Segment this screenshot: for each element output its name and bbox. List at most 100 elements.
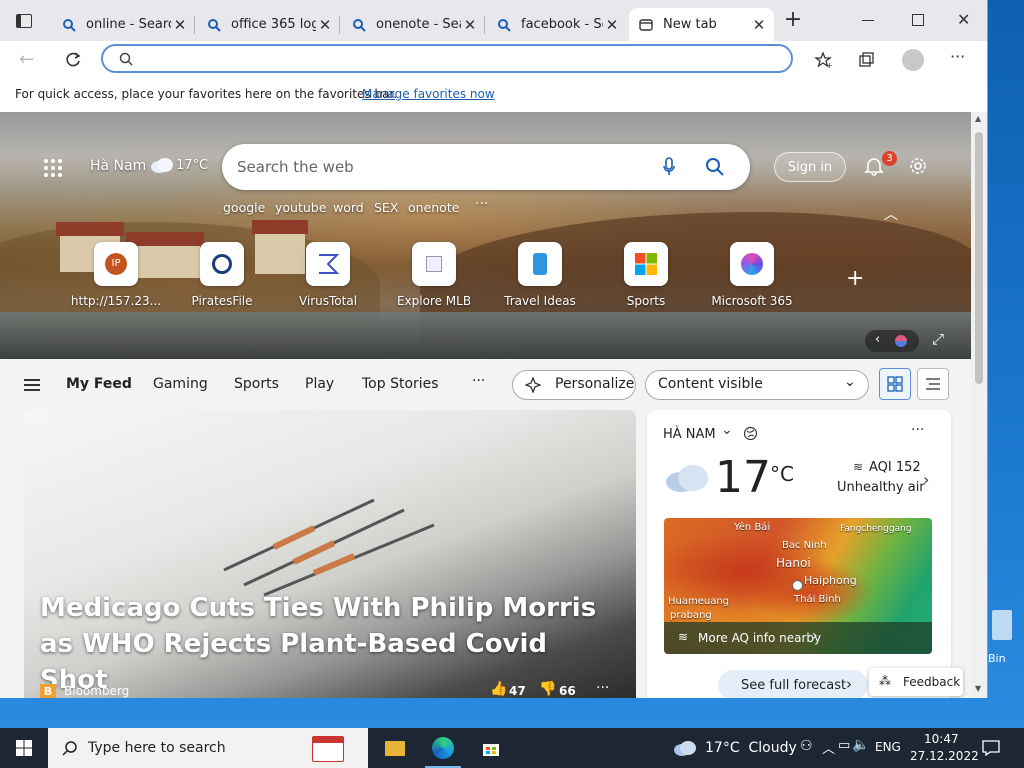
nav-gaming[interactable]: Gaming	[153, 376, 208, 392]
article-headline[interactable]: Medicago Cuts Ties With Philip Morris as…	[40, 590, 620, 698]
chevron-up-icon[interactable]: ︿	[884, 204, 898, 224]
nav-top-stories[interactable]: Top Stories	[362, 376, 439, 392]
tab-new-tab[interactable]: New tab ✕	[629, 8, 774, 41]
volume-icon[interactable]: 🔈	[852, 737, 869, 753]
scrollbar-thumb[interactable]	[975, 132, 983, 384]
maximize-button[interactable]	[912, 14, 924, 26]
network-icon[interactable]: ▭	[838, 738, 850, 753]
minimize-button[interactable]	[862, 20, 874, 21]
expand-icon[interactable]: ⤢	[932, 330, 944, 348]
windows-start-icon[interactable]	[16, 740, 32, 756]
close-tab-icon[interactable]: ✕	[171, 16, 189, 34]
list-view-button[interactable]	[917, 368, 949, 400]
sign-in-button[interactable]: Sign in	[774, 152, 846, 182]
weather-unit[interactable]: °C	[770, 462, 794, 486]
hero-location[interactable]: Hà Nam	[90, 158, 146, 174]
profile-avatar-icon[interactable]	[902, 49, 924, 71]
chevron-up-icon[interactable]: ︿	[822, 738, 835, 757]
tile-microsoft-365[interactable]	[730, 242, 774, 286]
tile-explore-mlb[interactable]	[412, 242, 456, 286]
tab-onenote-search[interactable]: onenote - Search ✕	[342, 8, 485, 41]
tab-facebook-search[interactable]: facebook - Search ✕	[487, 8, 627, 41]
hamburger-menu-icon[interactable]	[24, 379, 40, 391]
thumbs-down-icon[interactable]: 👎	[539, 681, 556, 697]
recycle-bin-icon[interactable]: Bin	[986, 606, 1024, 666]
bell-icon[interactable]	[864, 156, 884, 176]
taskbar-store[interactable]	[467, 728, 515, 768]
taskbar-file-explorer[interactable]	[371, 728, 419, 768]
background-controls[interactable]: ‹	[865, 330, 919, 352]
personalize-button[interactable]: Personalize	[512, 370, 636, 400]
hero-temperature[interactable]: 17°C	[176, 158, 208, 173]
more-nav-icon[interactable]: ···	[472, 373, 485, 389]
gear-icon[interactable]	[908, 156, 928, 176]
address-bar[interactable]	[101, 44, 793, 73]
notifications-icon[interactable]	[982, 740, 1000, 756]
feedback-button[interactable]: ⁂ Feedback	[869, 668, 963, 696]
globe-icon[interactable]	[743, 426, 758, 441]
taskbar-weather[interactable]: 17°C Cloudy	[705, 740, 797, 756]
tile-travel-ideas[interactable]	[518, 242, 562, 286]
tab-office-365[interactable]: office 365 login ✕	[197, 8, 340, 41]
nav-my-feed[interactable]: My Feed	[66, 376, 132, 392]
chevron-left-icon[interactable]: ‹	[875, 332, 880, 347]
scroll-down-icon[interactable]: ▼	[975, 684, 981, 693]
quick-link-youtube[interactable]: youtube	[275, 200, 326, 215]
content-visibility-select[interactable]: Content visible ⌄	[645, 370, 869, 400]
close-tab-icon[interactable]: ✕	[603, 16, 621, 34]
chevron-down-icon[interactable]: ⌄	[721, 422, 733, 438]
back-arrow-icon[interactable]: ←	[19, 49, 34, 70]
sparkle-icon	[525, 377, 541, 393]
close-tab-icon[interactable]: ✕	[461, 16, 479, 34]
web-search-box[interactable]: Search the web	[222, 144, 750, 190]
page-scrollbar[interactable]: ▲ ▼	[971, 112, 987, 698]
clock-date[interactable]: 27.12.2022	[910, 749, 979, 763]
article-source[interactable]: Bloomberg	[64, 684, 129, 698]
add-tile-button[interactable]: +	[846, 266, 864, 291]
tile-sports[interactable]	[624, 242, 668, 286]
microphone-icon[interactable]	[662, 157, 676, 177]
refresh-icon[interactable]	[64, 51, 82, 69]
clock-time[interactable]: 10:47	[924, 732, 959, 746]
tile-piratesfile[interactable]	[200, 242, 244, 286]
more-options-icon[interactable]: ···	[596, 680, 609, 696]
grid-view-button[interactable]	[879, 368, 911, 400]
aqi-status[interactable]: Unhealthy air	[837, 480, 925, 495]
nav-sports[interactable]: Sports	[234, 376, 279, 392]
tab-actions-icon[interactable]	[16, 14, 32, 28]
weather-more-icon[interactable]: ···	[911, 422, 924, 438]
new-tab-button[interactable]: +	[782, 9, 804, 32]
scroll-up-icon[interactable]: ▲	[975, 114, 981, 123]
weather-location[interactable]: HÀ NAM	[663, 427, 716, 442]
apps-grid-icon[interactable]	[43, 158, 63, 178]
chevron-right-icon[interactable]: ›	[923, 470, 929, 489]
quick-link-google[interactable]: google	[223, 200, 265, 215]
favorites-star-icon[interactable]: +	[814, 51, 832, 69]
thumbs-up-icon[interactable]: 👍	[490, 681, 507, 697]
settings-more-icon[interactable]: ···	[950, 47, 965, 66]
close-tab-icon[interactable]: ✕	[750, 16, 768, 34]
search-icon[interactable]	[705, 157, 725, 177]
tile-virustotal[interactable]	[306, 242, 350, 286]
air-quality-map[interactable]: Yên Bái Fangchenggang Bac Ninh Hanoi Hai…	[664, 518, 932, 654]
more-quick-links-icon[interactable]: ···	[475, 196, 488, 212]
tab-online-search[interactable]: online - Search ✕	[52, 8, 195, 41]
more-aq-info-link[interactable]: ≋ More AQ info nearby ›	[664, 622, 932, 654]
people-icon[interactable]: ⚇	[800, 738, 813, 754]
nav-play[interactable]: Play	[305, 376, 334, 392]
quick-link-onenote[interactable]: onenote	[408, 200, 459, 215]
manage-favorites-link[interactable]: Manage favorites now	[362, 87, 495, 101]
quick-link-sex[interactable]: SEX	[374, 200, 398, 215]
article-card[interactable]: Medicago Cuts Ties With Philip Morris as…	[24, 410, 636, 698]
taskbar-edge[interactable]	[419, 728, 467, 768]
close-window-button[interactable]: ✕	[957, 10, 970, 29]
image-info-icon[interactable]	[895, 335, 907, 347]
close-tab-icon[interactable]: ✕	[316, 16, 334, 34]
taskbar-search-box[interactable]: Type here to search	[48, 728, 368, 768]
quick-link-word[interactable]: word	[333, 200, 364, 215]
collections-icon[interactable]	[858, 51, 876, 69]
aqi-value[interactable]: AQI 152	[869, 460, 921, 475]
tile-ip-site[interactable]: IP	[94, 242, 138, 286]
see-full-forecast-button[interactable]: See full forecast ›	[718, 670, 868, 698]
input-language[interactable]: ENG	[875, 740, 901, 754]
